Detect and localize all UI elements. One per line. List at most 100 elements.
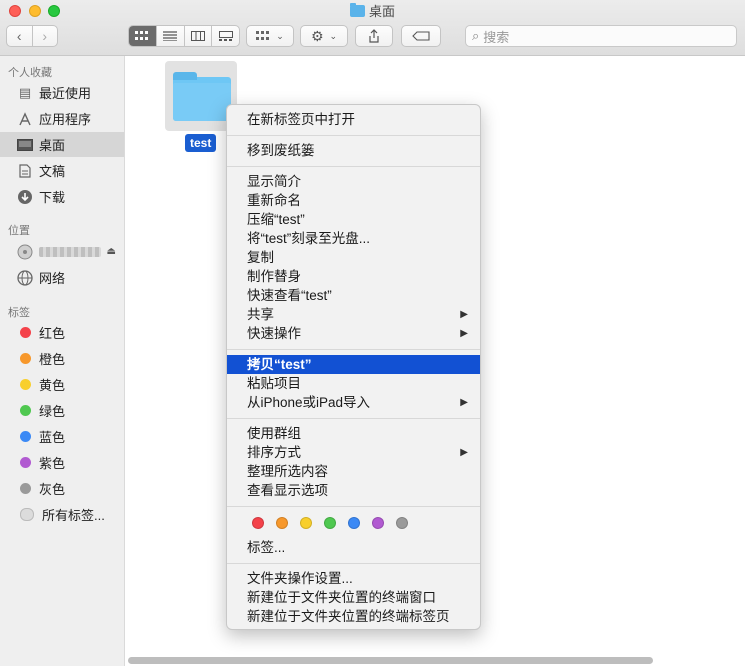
sidebar-item-documents[interactable]: 文稿 — [0, 158, 124, 183]
sidebar-item-label: 红色 — [39, 326, 66, 341]
menu-item-show-view-options[interactable]: 查看显示选项 — [227, 481, 480, 500]
menu-item-sort-by[interactable]: 排序方式 ▶ — [227, 443, 480, 462]
group-by-button[interactable]: ⌄ — [246, 25, 294, 47]
menu-item-get-info[interactable]: 显示简介 — [227, 172, 480, 191]
sidebar-item-tag[interactable]: 所有标签... — [0, 502, 124, 527]
desktop-icon — [16, 137, 34, 153]
sidebar-item-tag[interactable]: 绿色 — [0, 398, 124, 423]
window-title-text: 桌面 — [368, 4, 395, 19]
menu-item-quick-look[interactable]: 快速查看“test” — [227, 286, 480, 305]
horizontal-scrollbar[interactable] — [128, 657, 653, 664]
submenu-arrow-icon: ▶ — [460, 397, 468, 408]
tag-color-option[interactable] — [372, 517, 384, 529]
submenu-arrow-icon: ▶ — [460, 309, 468, 320]
action-button[interactable]: ⚙ ⌄ — [300, 25, 348, 47]
search-field[interactable]: ⌕ 搜索 — [465, 25, 737, 47]
menu-item-new-terminal-at-folder[interactable]: 新建位于文件夹位置的终端窗口 — [227, 588, 480, 607]
sidebar-item-applications[interactable]: 应用程序 — [0, 106, 124, 131]
sidebar-item-downloads[interactable]: 下载 — [0, 184, 124, 209]
folder-name-label[interactable]: test — [185, 134, 217, 152]
menu-item-tags[interactable]: 标签... — [227, 538, 480, 557]
sidebar-item-tag[interactable]: 蓝色 — [0, 424, 124, 449]
sidebar-item-tag[interactable]: 橙色 — [0, 346, 124, 371]
tag-color-dot-icon — [20, 379, 31, 390]
menu-item-import-from-iphone[interactable]: 从iPhone或iPad导入 ▶ — [227, 393, 480, 412]
menu-item-duplicate[interactable]: 复制 — [227, 248, 480, 267]
locations-header: 位置 — [8, 225, 30, 237]
menu-item-label: 从iPhone或iPad导入 — [247, 395, 371, 410]
edit-tags-button[interactable] — [401, 25, 441, 47]
submenu-arrow-icon: ▶ — [460, 328, 468, 339]
sidebar-item-label: 文稿 — [39, 164, 66, 179]
tag-color-option[interactable] — [396, 517, 408, 529]
forward-button[interactable]: › — [31, 26, 58, 46]
menu-item-open-in-new-tab[interactable]: 在新标签页中打开 — [227, 110, 480, 129]
menu-item-share[interactable]: 共享 ▶ — [227, 305, 480, 324]
sidebar-item-label: 灰色 — [39, 482, 66, 497]
menu-item-paste[interactable]: 粘贴项目 — [227, 374, 480, 393]
sidebar-item-tag[interactable]: 灰色 — [0, 476, 124, 501]
favorites-header: 个人收藏 — [8, 67, 52, 79]
sidebar-item-recents[interactable]: ▤ 最近使用 — [0, 80, 124, 105]
back-button[interactable]: ‹ — [7, 26, 32, 46]
icon-view-button[interactable] — [129, 26, 156, 46]
applications-icon — [16, 111, 34, 127]
eject-icon[interactable]: ⏏ — [107, 246, 116, 257]
menu-item-label: 排序方式 — [247, 445, 301, 460]
menu-item-quick-actions[interactable]: 快速操作 ▶ — [227, 324, 480, 343]
sidebar-item-label: 紫色 — [39, 456, 66, 471]
menu-separator — [227, 166, 480, 167]
sidebar-item-desktop[interactable]: 桌面 — [0, 132, 124, 157]
tag-icon — [412, 31, 430, 41]
menu-item-make-alias[interactable]: 制作替身 — [227, 267, 480, 286]
list-view-icon — [163, 31, 178, 41]
sidebar-item-disk[interactable]: ⏏ — [0, 239, 124, 264]
menu-item-compress[interactable]: 压缩“test” — [227, 210, 480, 229]
sidebar-item-label: 橙色 — [39, 352, 66, 367]
tag-color-option[interactable] — [276, 517, 288, 529]
folder-icon — [349, 3, 365, 17]
icon-view-icon — [135, 31, 149, 40]
group-icon — [256, 31, 270, 40]
search-icon: ⌕ — [472, 28, 480, 43]
tag-color-option[interactable] — [300, 517, 312, 529]
search-placeholder: 搜索 — [483, 29, 510, 45]
menu-separator — [227, 506, 480, 507]
chevron-down-icon: ⌄ — [329, 30, 338, 41]
menu-item-copy[interactable]: 拷贝“test” — [227, 355, 480, 374]
sidebar-item-label: 黄色 — [39, 378, 66, 393]
sidebar-item-tag[interactable]: 黄色 — [0, 372, 124, 397]
tag-color-option[interactable] — [252, 517, 264, 529]
navigation-buttons: ‹ › — [6, 25, 58, 47]
submenu-arrow-icon: ▶ — [460, 447, 468, 458]
sidebar-item-tag[interactable]: 紫色 — [0, 450, 124, 475]
menu-item-move-to-trash[interactable]: 移到废纸篓 — [227, 141, 480, 160]
gallery-view-button[interactable] — [211, 26, 239, 46]
window-title: 桌面 — [0, 3, 745, 21]
menu-separator — [227, 135, 480, 136]
menu-item-label: 快速操作 — [247, 326, 301, 341]
menu-separator — [227, 349, 480, 350]
column-view-button[interactable] — [183, 26, 212, 46]
finder-window: 桌面 ‹ › ⌄ ⚙ ⌄ ⌕ 搜索 个人收藏 ▤ 最近使用 应用程序 桌面 文稿… — [0, 0, 745, 666]
tag-color-option[interactable] — [348, 517, 360, 529]
menu-separator — [227, 563, 480, 564]
tag-color-dot-icon — [20, 405, 31, 416]
context-menu: 在新标签页中打开 移到废纸篓 显示简介 重新命名 压缩“test” 将“test… — [226, 104, 481, 630]
menu-item-folder-actions-setup[interactable]: 文件夹操作设置... — [227, 569, 480, 588]
column-view-icon — [190, 31, 205, 41]
tag-color-dot-icon — [20, 353, 31, 364]
sidebar-item-tag[interactable]: 红色 — [0, 320, 124, 345]
menu-item-use-groups[interactable]: 使用群组 — [227, 424, 480, 443]
list-view-button[interactable] — [155, 26, 184, 46]
share-icon — [369, 29, 379, 43]
menu-item-burn[interactable]: 将“test”刻录至光盘... — [227, 229, 480, 248]
tag-color-option[interactable] — [324, 517, 336, 529]
sidebar-item-network[interactable]: 网络 — [0, 265, 124, 290]
menu-item-label: 共享 — [247, 307, 274, 322]
share-button[interactable] — [355, 25, 393, 47]
menu-item-rename[interactable]: 重新命名 — [227, 191, 480, 210]
tag-color-dot-icon — [20, 457, 31, 468]
menu-item-new-terminal-tab-at-folder[interactable]: 新建位于文件夹位置的终端标签页 — [227, 607, 480, 626]
menu-item-clean-up-selection[interactable]: 整理所选内容 — [227, 462, 480, 481]
